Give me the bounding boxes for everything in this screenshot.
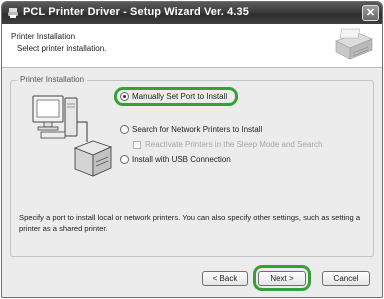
close-icon: ✕ <box>365 7 376 19</box>
radio-usb-connection[interactable]: Install with USB Connection <box>120 155 231 164</box>
radio-manual-port-label: Manually Set Port to Install <box>132 92 228 101</box>
option-description: Specify a port to install local or netwo… <box>19 213 361 233</box>
computer-printer-illustration <box>32 95 113 177</box>
close-button[interactable]: ✕ <box>362 5 379 21</box>
radio-search-network-label: Search for Network Printers to Install <box>132 125 263 134</box>
window-title: PCL Printer Driver - Setup Wizard Ver. 4… <box>23 6 249 18</box>
next-button[interactable]: Next > <box>258 271 306 286</box>
radio-usb-connection-label: Install with USB Connection <box>132 155 231 164</box>
radio-search-network[interactable]: Search for Network Printers to Install <box>120 125 262 134</box>
checkbox-reactivate-sleep-label: Reactivate Printers in the Sleep Mode an… <box>145 140 323 149</box>
page-title: Printer Installation <box>11 32 76 41</box>
radio-indicator[interactable] <box>120 155 129 164</box>
group-legend: Printer Installation <box>17 75 88 84</box>
checkbox-indicator-disabled <box>133 140 141 149</box>
wizard-header: Printer Installation Select printer inst… <box>2 24 382 68</box>
cancel-button[interactable]: Cancel <box>322 271 370 286</box>
printer-app-icon <box>8 8 18 18</box>
printer-installation-group: Printer Installation Manually Set Port t… <box>10 75 374 257</box>
radio-indicator[interactable] <box>120 125 129 134</box>
setup-wizard-window: PCL Printer Driver - Setup Wizard Ver. 4… <box>1 1 383 298</box>
printer-banner-icon <box>335 28 373 60</box>
title-bar[interactable]: PCL Printer Driver - Setup Wizard Ver. 4… <box>2 2 382 24</box>
page-subtitle: Select printer installation. <box>17 44 107 53</box>
radio-indicator-selected[interactable] <box>120 92 129 101</box>
back-button[interactable]: < Back <box>202 271 248 286</box>
checkbox-reactivate-sleep: Reactivate Printers in the Sleep Mode an… <box>133 140 322 149</box>
radio-manual-port[interactable]: Manually Set Port to Install <box>120 92 227 101</box>
